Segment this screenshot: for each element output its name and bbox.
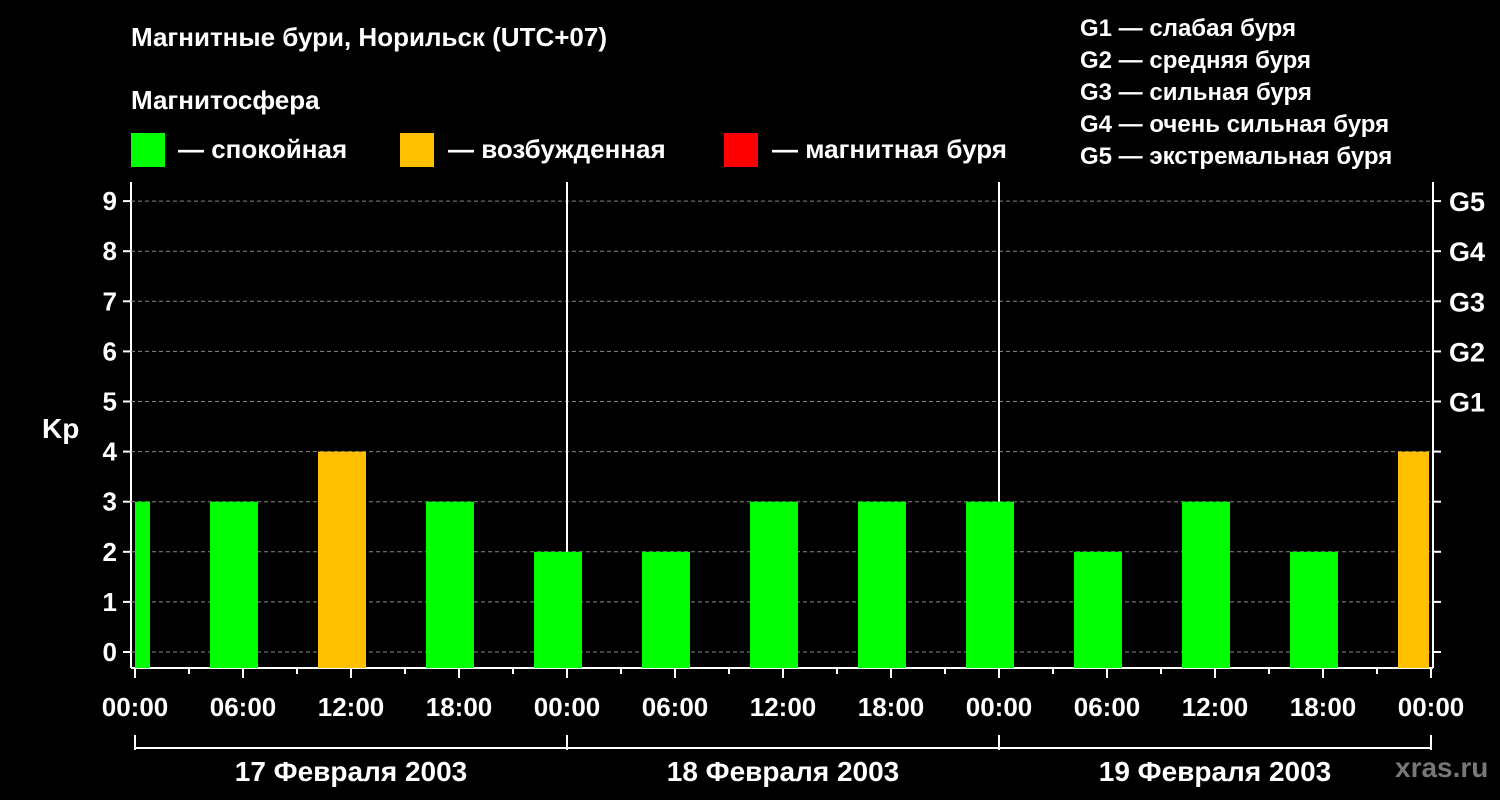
x-tick-label: 00:00	[966, 692, 1033, 722]
y-axis-label: Kp	[42, 413, 79, 444]
y-tick-label: 4	[103, 437, 118, 467]
day-label: 17 Февраля 2003	[235, 756, 467, 787]
kp-bar	[1290, 551, 1338, 668]
y-tick-label: 3	[103, 487, 117, 517]
g-tick-label: G3	[1449, 287, 1485, 317]
y-tick-label: 0	[103, 637, 117, 667]
kp-bar	[1398, 451, 1429, 668]
x-tick-label: 18:00	[426, 692, 493, 722]
y-tick-label: 1	[103, 587, 117, 617]
g-tick-label: G2	[1449, 337, 1485, 367]
g-tick-label: G5	[1449, 187, 1485, 217]
g-tick-label: G4	[1449, 237, 1485, 267]
x-tick-label: 00:00	[534, 692, 601, 722]
x-tick-label: 06:00	[642, 692, 709, 722]
y-tick-label: 9	[103, 186, 117, 216]
x-tick-label: 18:00	[1290, 692, 1357, 722]
day-label: 18 Февраля 2003	[667, 756, 899, 787]
x-tick-label: 12:00	[1182, 692, 1249, 722]
x-tick-label: 00:00	[102, 692, 169, 722]
x-tick-label: 06:00	[1074, 692, 1141, 722]
kp-bar	[210, 501, 258, 668]
kp-bar	[426, 501, 474, 668]
kp-bar	[642, 551, 690, 668]
watermark: xras.ru	[1395, 752, 1489, 783]
kp-chart: 0 1 2 3 4 5 6 7 8 9 G1 G2 G3 G4 G5 Kp 00:00 06:00 12:00 18:…	[42, 182, 1485, 787]
x-tick-label: 12:00	[318, 692, 385, 722]
kp-bar	[534, 551, 582, 668]
x-tick-label: 00:00	[1398, 692, 1465, 722]
y-tick-label: 2	[103, 537, 117, 567]
g-tick-label: G1	[1449, 388, 1485, 418]
day-label: 19 Февраля 2003	[1099, 756, 1331, 787]
x-tick-label: 18:00	[858, 692, 925, 722]
kp-bar	[966, 501, 1014, 668]
kp-bar	[1182, 501, 1230, 668]
x-tick-label: 06:00	[210, 692, 277, 722]
y-tick-label: 5	[103, 387, 117, 417]
kp-bar	[318, 451, 366, 668]
kp-bar	[1074, 551, 1122, 668]
y-tick-label: 7	[103, 286, 117, 316]
kp-bar	[750, 501, 798, 668]
y-tick-label: 8	[103, 236, 117, 266]
y-tick-label: 6	[103, 336, 117, 366]
x-tick-label: 12:00	[750, 692, 817, 722]
kp-bar	[135, 501, 150, 668]
kp-bar	[858, 501, 906, 668]
